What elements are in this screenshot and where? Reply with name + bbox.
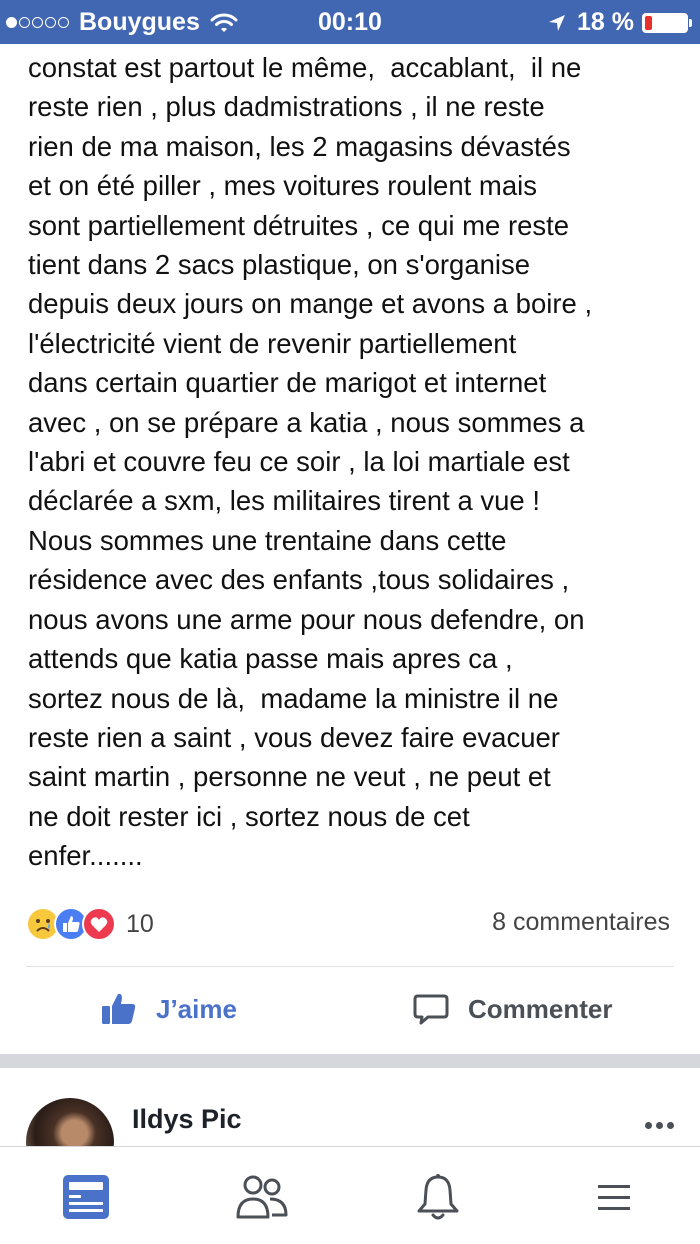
like-button[interactable]: J’aime bbox=[100, 990, 237, 1028]
status-bar-left: Bouygues bbox=[6, 8, 238, 37]
bottom-tab-bar bbox=[0, 1146, 700, 1244]
friends-icon bbox=[236, 1175, 288, 1219]
post-text-line: l'électricité vient de revenir partielle… bbox=[28, 327, 517, 359]
post-text-line: ne doit rester ici , sortez nous de cet bbox=[28, 800, 470, 832]
post-text-line: sont partiellement détruites , ce qui me… bbox=[28, 209, 570, 241]
post-text-line: avec , on se prépare a katia , nous somm… bbox=[28, 406, 585, 438]
tab-news-feed[interactable] bbox=[56, 1169, 116, 1225]
more-options-icon[interactable] bbox=[641, 1122, 674, 1129]
post-text-line: et on été piller , mes voitures roulent … bbox=[28, 170, 537, 202]
tab-friends[interactable] bbox=[232, 1169, 292, 1225]
post-text-line: enfer....... bbox=[28, 840, 143, 872]
post-text-line: Nous sommes une trentaine dans cette bbox=[28, 524, 507, 556]
menu-icon bbox=[598, 1185, 630, 1210]
post-text-line: attends que katia passe mais apres ca , bbox=[28, 643, 513, 675]
post-text-line: saint martin , personne ne veut , ne peu… bbox=[28, 761, 551, 793]
post-text-line: rien de ma maison, les 2 magasins dévast… bbox=[28, 130, 571, 162]
thumbs-up-icon bbox=[102, 993, 136, 1024]
news-feed-icon bbox=[63, 1175, 109, 1219]
divider bbox=[26, 966, 674, 967]
post-text-line: l'abri et couvre feu ce soir , la loi ma… bbox=[28, 446, 570, 478]
post-body-text: constat est partout le même, accablant, … bbox=[28, 48, 688, 876]
author-name[interactable]: Ildys Pic bbox=[132, 1104, 242, 1135]
battery-icon bbox=[642, 12, 692, 33]
notifications-bell-icon bbox=[417, 1174, 459, 1220]
like-button-label: J’aime bbox=[156, 993, 237, 1024]
location-arrow-icon bbox=[549, 14, 566, 31]
reaction-count: 10 bbox=[126, 909, 154, 938]
love-reaction-icon bbox=[82, 907, 116, 941]
comment-button[interactable]: Commenter bbox=[412, 990, 612, 1028]
battery-level-fill bbox=[645, 15, 653, 30]
post-text-line: dans certain quartier de marigot et inte… bbox=[28, 367, 547, 399]
post-text-line: reste rien , plus dadmistrations , il ne… bbox=[28, 91, 545, 123]
comments-count-link[interactable]: 8 commentaires bbox=[492, 908, 670, 937]
tab-notifications[interactable] bbox=[408, 1169, 468, 1225]
status-bar-right: 18 % bbox=[547, 8, 692, 37]
post-text-line: constat est partout le même, accablant, … bbox=[28, 52, 582, 83]
tab-menu[interactable] bbox=[584, 1169, 644, 1225]
carrier-name: Bouygues bbox=[79, 8, 200, 36]
post-text-line: résidence avec des enfants ,tous solidai… bbox=[28, 564, 570, 596]
battery-percentage: 18 % bbox=[577, 8, 634, 36]
feed-separator bbox=[0, 1054, 700, 1068]
status-time: 00:10 bbox=[318, 8, 382, 36]
post-text-line: reste rien a saint , vous devez faire ev… bbox=[28, 721, 560, 753]
post-text-line: nous avons une arme pour nous defendre, … bbox=[28, 603, 585, 635]
comment-bubble-icon bbox=[413, 994, 449, 1025]
post-text-line: depuis deux jours on mange et avons a bo… bbox=[28, 288, 593, 320]
wifi-icon bbox=[210, 13, 238, 32]
post-text-line: tient dans 2 sacs plastique, on s'organi… bbox=[28, 249, 531, 281]
status-bar: Bouygues 00:10 18 % bbox=[0, 0, 700, 44]
signal-strength-icon bbox=[6, 17, 71, 28]
post-text-line: déclarée a sxm, les militaires tirent a … bbox=[28, 485, 540, 517]
post-text-line: sortez nous de là, madame la ministre il… bbox=[28, 682, 559, 714]
comment-button-label: Commenter bbox=[468, 993, 613, 1024]
reactions-summary[interactable]: 10 bbox=[26, 904, 154, 944]
